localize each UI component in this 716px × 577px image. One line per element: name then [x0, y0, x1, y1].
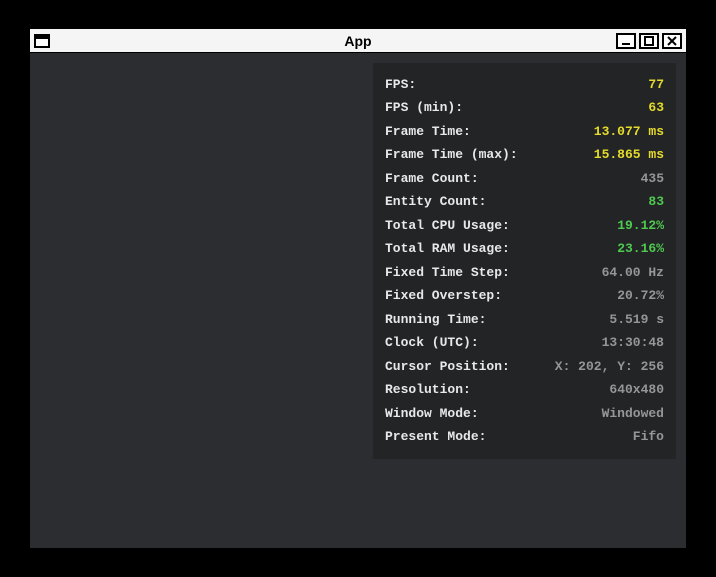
- stat-value: 15.865 ms: [594, 148, 664, 162]
- stat-value: X: 202, Y: 256: [555, 360, 664, 374]
- stat-value: 77: [648, 78, 664, 92]
- stat-label: Total RAM Usage:: [385, 242, 510, 256]
- window-title: App: [344, 33, 371, 49]
- stat-label: Resolution:: [385, 383, 471, 397]
- stat-row: FPS: 77: [385, 73, 664, 97]
- stat-row: Fixed Overstep: 20.72%: [385, 285, 664, 309]
- viewport[interactable]: FPS:77FPS (min):63Frame Time:13.077 msFr…: [30, 53, 686, 548]
- stat-row: Running Time: 5.519 s: [385, 308, 664, 332]
- stat-label: Present Mode:: [385, 430, 486, 444]
- stat-value: 20.72%: [617, 289, 664, 303]
- stat-row: Frame Count: 435: [385, 167, 664, 191]
- stat-value: 63: [648, 101, 664, 115]
- stat-label: Window Mode:: [385, 407, 479, 421]
- stat-value: 83: [648, 195, 664, 209]
- stat-row: Window Mode: Windowed: [385, 402, 664, 426]
- stat-row: Resolution: 640x480: [385, 379, 664, 403]
- stat-value: 5.519 s: [609, 313, 664, 327]
- stat-row: Cursor Position: X: 202, Y: 256: [385, 355, 664, 379]
- stat-row: Total RAM Usage: 23.16%: [385, 238, 664, 262]
- stat-label: Frame Time (max):: [385, 148, 518, 162]
- stat-value: Windowed: [602, 407, 664, 421]
- stat-value: 13:30:48: [602, 336, 664, 350]
- stat-value: Fifo: [633, 430, 664, 444]
- stat-row: Total CPU Usage: 19.12%: [385, 214, 664, 238]
- stat-row: Fixed Time Step: 64.00 Hz: [385, 261, 664, 285]
- maximize-button[interactable]: [639, 33, 659, 49]
- stat-value: 13.077 ms: [594, 125, 664, 139]
- stat-label: FPS (min):: [385, 101, 463, 115]
- stat-label: Frame Time:: [385, 125, 471, 139]
- stat-value: 19.12%: [617, 219, 664, 233]
- stat-label: Running Time:: [385, 313, 486, 327]
- close-button[interactable]: [662, 33, 682, 49]
- stat-row: Entity Count: 83: [385, 191, 664, 215]
- stat-label: Cursor Position:: [385, 360, 510, 374]
- stat-label: Fixed Time Step:: [385, 266, 510, 280]
- stat-label: Total CPU Usage:: [385, 219, 510, 233]
- titlebar[interactable]: App: [30, 29, 686, 53]
- stat-label: FPS:: [385, 78, 416, 92]
- stat-value: 64.00 Hz: [602, 266, 664, 280]
- stat-row: Clock (UTC): 13:30:48: [385, 332, 664, 356]
- stat-label: Frame Count:: [385, 172, 479, 186]
- stat-value: 640x480: [609, 383, 664, 397]
- stat-row: FPS (min): 63: [385, 97, 664, 121]
- stat-value: 435: [641, 172, 664, 186]
- system-menu-icon[interactable]: [34, 34, 50, 48]
- app-window: App FPS: 77 FPS (min): 63 Frame Time: 13.077 …: [30, 29, 686, 548]
- stat-row: Frame Time: 13.077 ms: [385, 120, 664, 144]
- stat-label: Entity Count:: [385, 195, 486, 209]
- stat-label: Clock (UTC):: [385, 336, 479, 350]
- debug-stats-overlay: FPS:77FPS (min):63Frame Time:13.077 msFr…: [373, 63, 676, 459]
- stat-label: Fixed Overstep:: [385, 289, 502, 303]
- stat-value: 23.16%: [617, 242, 664, 256]
- stat-row: Present Mode: Fifo: [385, 426, 664, 450]
- minimize-button[interactable]: [616, 33, 636, 49]
- stat-row: Frame Time (max): 15.865 ms: [385, 144, 664, 168]
